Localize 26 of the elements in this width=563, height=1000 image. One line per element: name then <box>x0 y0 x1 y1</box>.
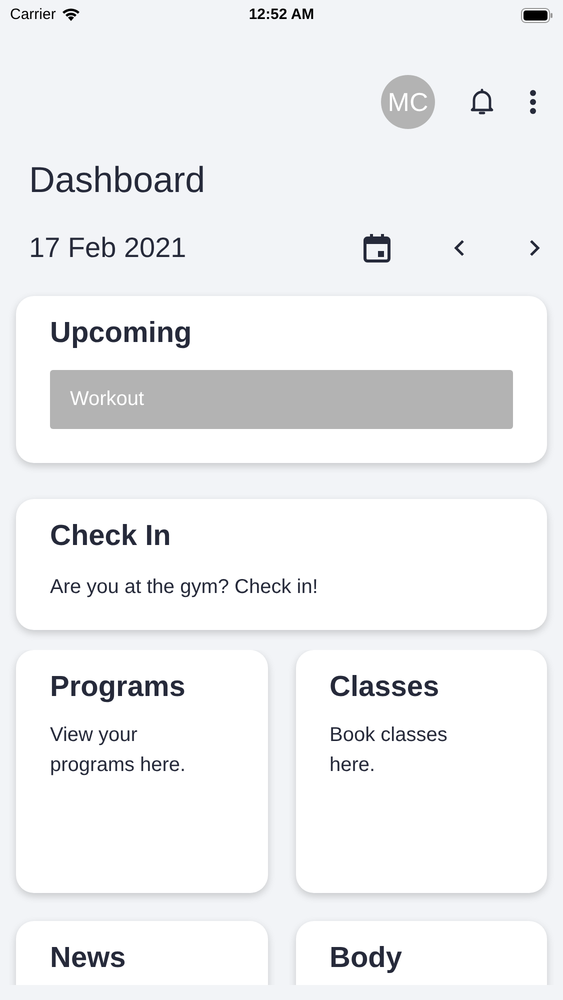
card-title: Upcoming <box>50 316 193 351</box>
wifi-icon <box>60 8 81 22</box>
card-text: Are you at the gym? Check in! <box>50 575 319 600</box>
card-text: Book classes here. <box>330 722 448 778</box>
chevron-right-icon[interactable] <box>529 239 541 257</box>
tile-card[interactable]: Classes Book classes here. <box>296 650 547 893</box>
status-time: 12:52 AM <box>248 4 316 25</box>
battery-icon <box>521 8 553 22</box>
card-title: Programs <box>50 670 186 705</box>
page-title: Dashboard <box>29 158 206 202</box>
tile-card[interactable]: Programs View your programs here. <box>16 650 268 893</box>
calendar-icon[interactable] <box>363 233 391 263</box>
card-title: Classes <box>330 670 440 705</box>
date-label: 17 Feb 2021 <box>29 231 188 265</box>
check-in-card[interactable]: Check In Are you at the gym? Check in! <box>16 498 547 630</box>
carrier-label: Carrier <box>10 4 56 25</box>
more-icon[interactable] <box>529 89 537 115</box>
upcoming-card[interactable]: Upcoming Workout <box>16 296 547 462</box>
tile-card[interactable]: Body <box>296 921 547 985</box>
card-title: News <box>50 941 127 976</box>
chevron-left-icon[interactable] <box>453 239 465 257</box>
card-title: Check In <box>50 518 172 554</box>
card-text: View your programs here. <box>50 722 187 778</box>
card-title: Body <box>330 941 403 976</box>
bell-icon[interactable] <box>469 88 495 116</box>
tile-card[interactable]: News <box>16 921 268 985</box>
